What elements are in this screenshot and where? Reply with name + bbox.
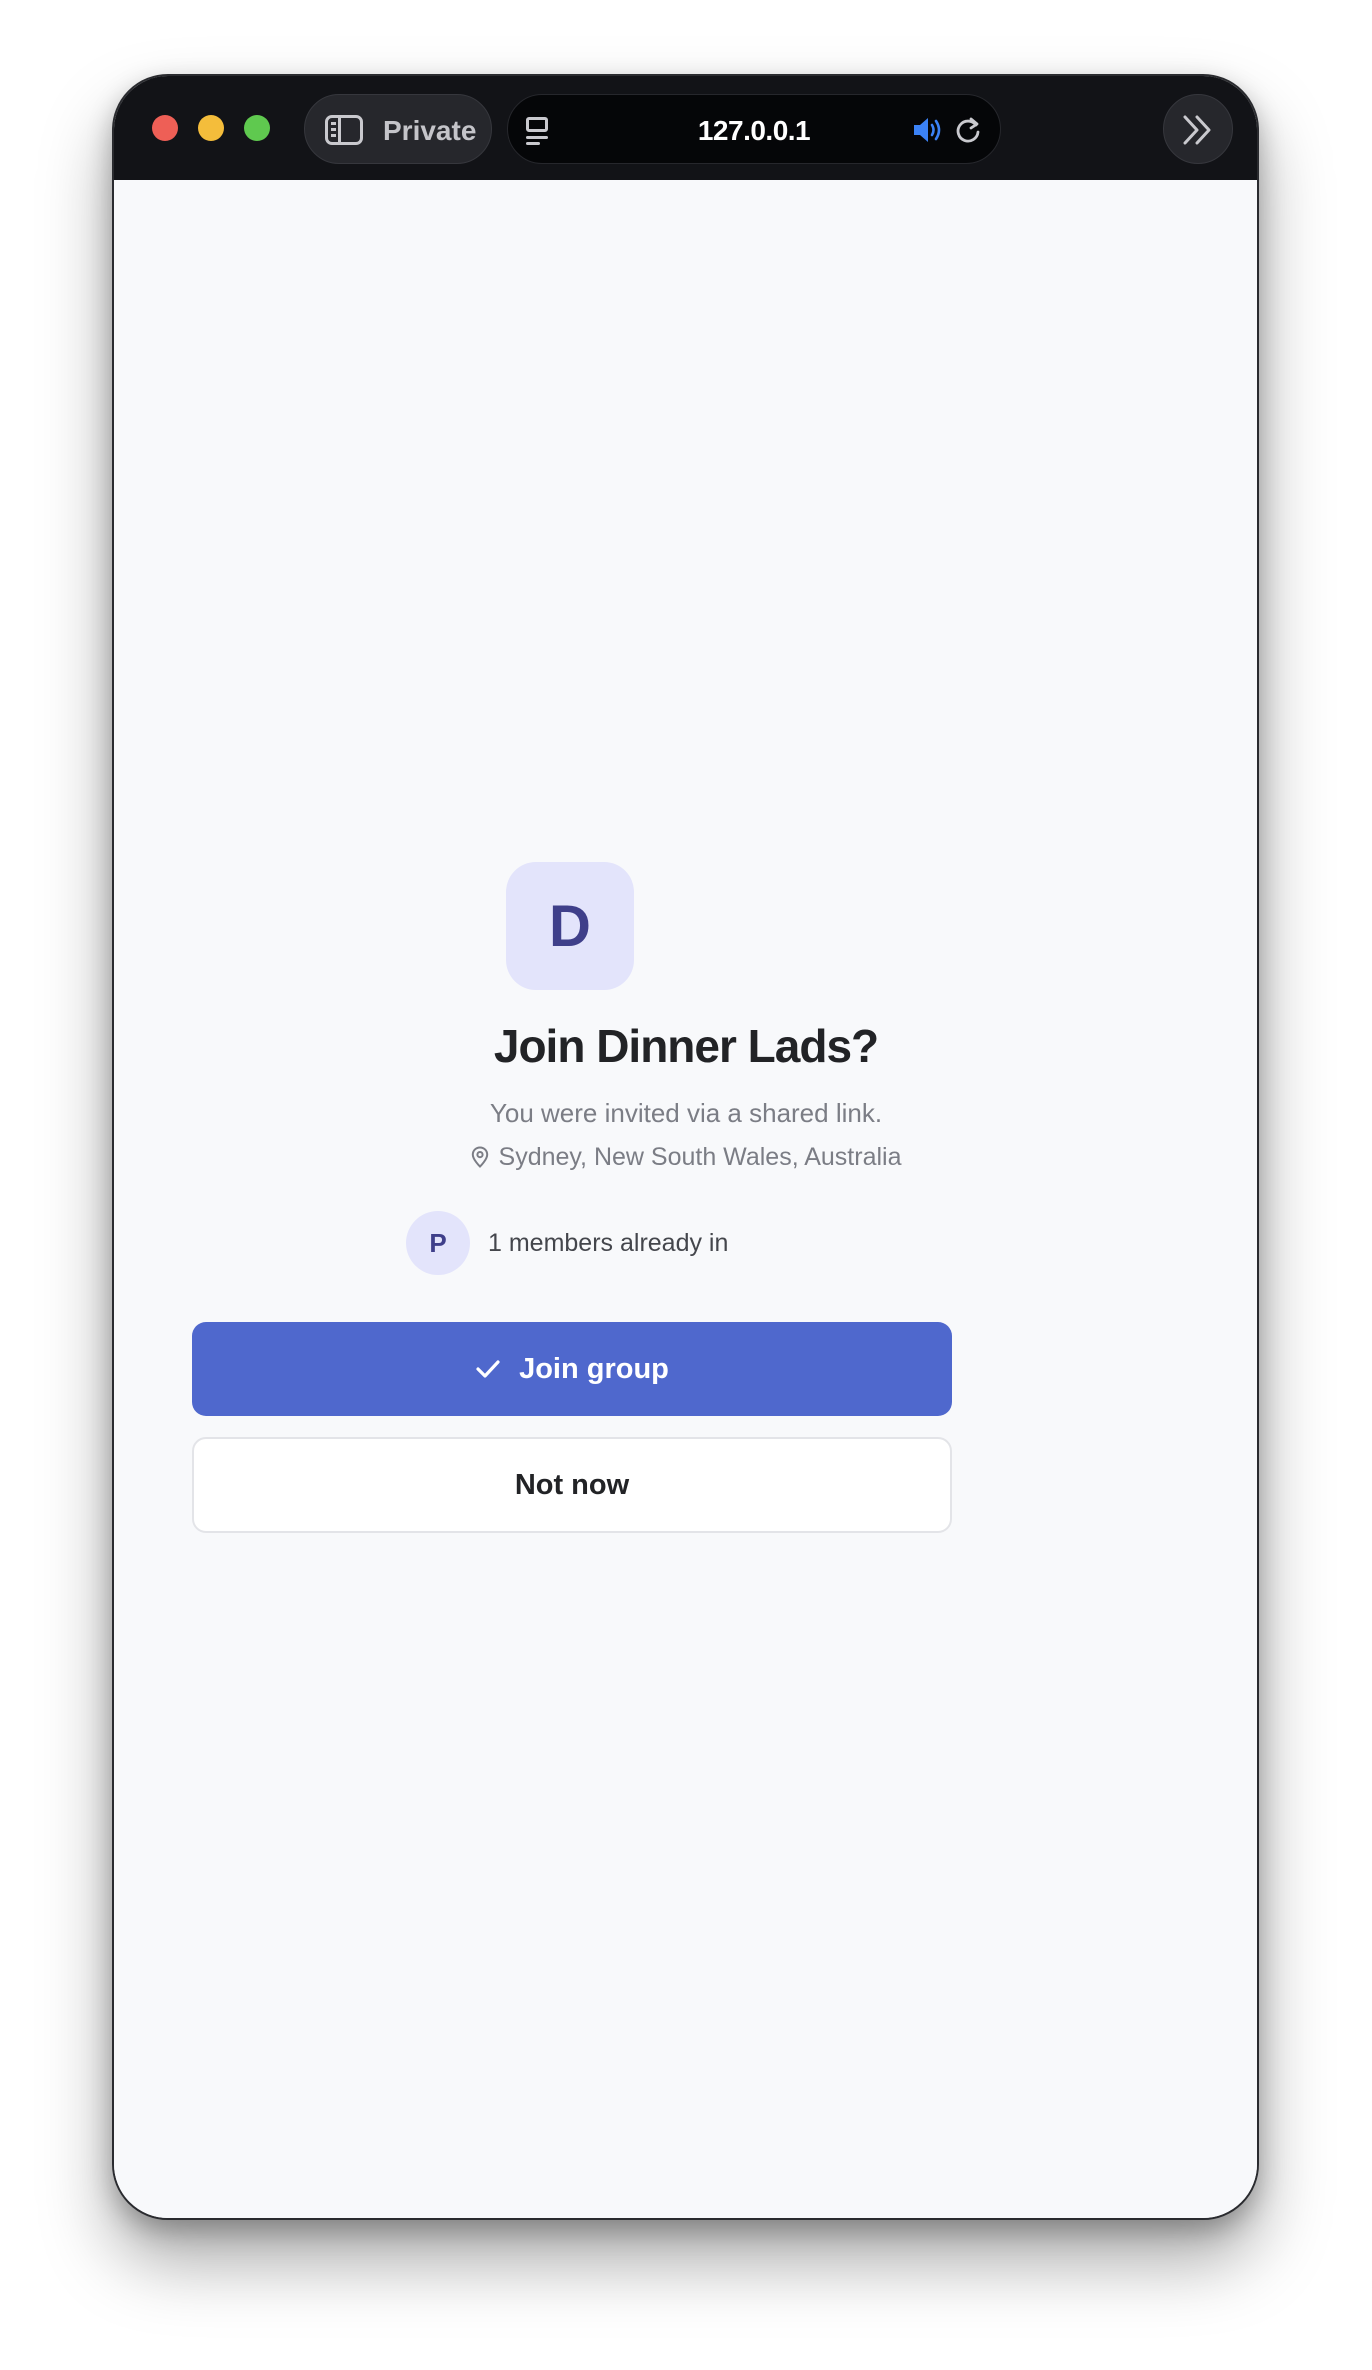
sidebar-icon [325, 115, 363, 145]
members-summary: P 1 members already in [406, 1211, 728, 1275]
address-bar[interactable]: 127.0.0.1 [507, 94, 1001, 164]
not-now-button[interactable]: Not now [192, 1437, 952, 1533]
chevrons-right-icon [1183, 115, 1211, 145]
checkmark-icon [476, 1360, 500, 1378]
join-group-label: Join group [519, 1352, 669, 1385]
private-label: Private [383, 115, 477, 146]
members-count: 1 members already in [488, 1228, 729, 1257]
map-pin-icon [471, 1146, 488, 1168]
browser-toolbar: Private 127.0.0.1 [114, 76, 1257, 180]
zoom-icon[interactable] [244, 115, 270, 141]
invite-subtitle: You were invited via a shared link. [489, 1098, 883, 1128]
join-group-button[interactable]: Join group [192, 1322, 952, 1416]
speaker-icon[interactable] [912, 115, 944, 145]
group-location: Sydney, New South Wales, Australia [0, 1143, 1372, 1172]
reload-icon[interactable] [954, 115, 982, 145]
private-tab-button[interactable]: Private [304, 94, 492, 164]
close-icon[interactable] [152, 115, 178, 141]
not-now-label: Not now [514, 1468, 630, 1501]
minimize-icon[interactable] [198, 115, 224, 141]
group-avatar: D [506, 862, 634, 990]
overflow-button[interactable] [1163, 94, 1233, 164]
page-content [114, 180, 1257, 2218]
location-text: Sydney, New South Wales, Australia [498, 1143, 902, 1171]
avatar: P [406, 1211, 470, 1275]
page-title: Join Dinner Lads? [493, 1020, 879, 1072]
